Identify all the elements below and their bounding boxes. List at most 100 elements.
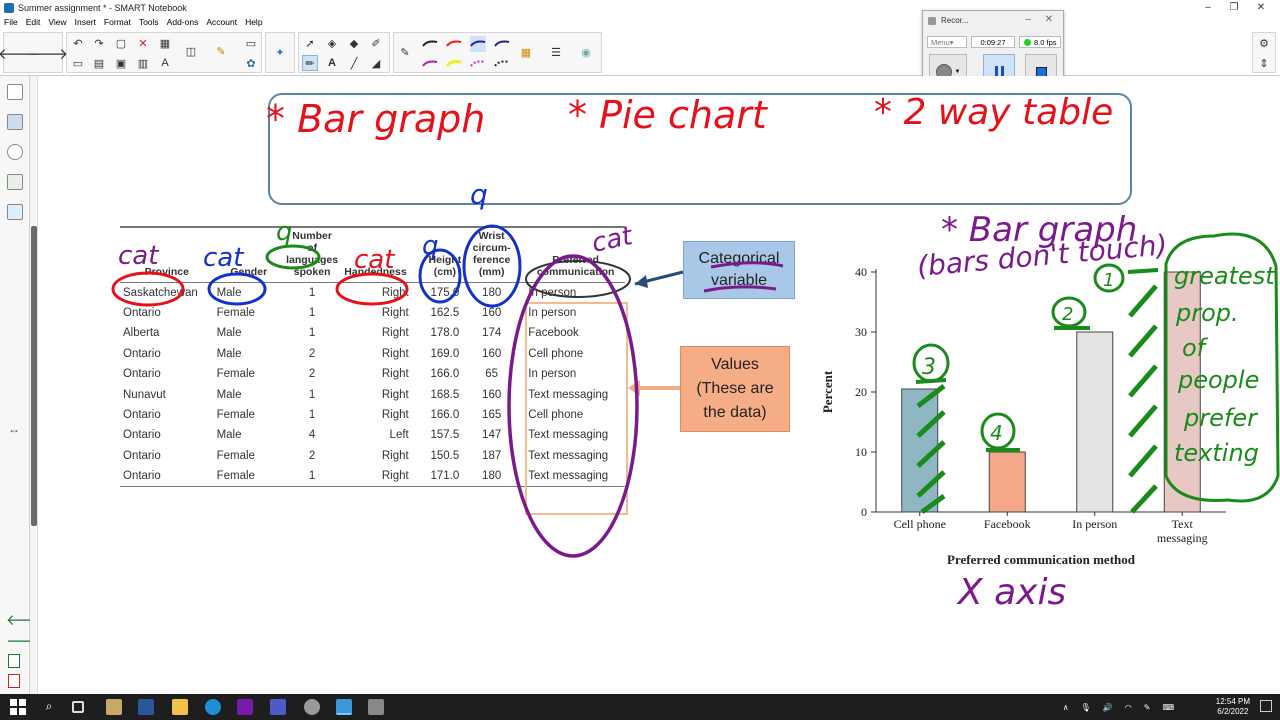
gallery-tab-icon[interactable] <box>7 114 23 130</box>
properties-tab-icon[interactable] <box>7 174 23 190</box>
pen-style-black-dashed[interactable] <box>494 56 510 72</box>
screen-shade-icon[interactable]: A <box>157 55 173 71</box>
smart-notebook-taskbar-icon[interactable] <box>336 699 352 715</box>
onenote-icon[interactable] <box>237 699 253 715</box>
file-explorer-icon[interactable] <box>172 699 188 715</box>
pen-style-purple[interactable] <box>422 56 438 72</box>
open-file-icon[interactable]: ▤ <box>91 55 107 71</box>
table-icon[interactable]: ▦ <box>157 35 173 51</box>
settings-group: ⚙ ⇕ <box>1252 32 1276 73</box>
eraser-icon[interactable]: ◢ <box>368 55 384 71</box>
recorder-minimize-icon[interactable]: – <box>1025 14 1031 25</box>
volume-icon[interactable]: 🔊 <box>1103 703 1113 712</box>
line-tool-icon[interactable]: ╱ <box>346 55 362 71</box>
menu-account[interactable]: Account <box>202 15 241 29</box>
next-page-icon[interactable]: 🡒 <box>28 45 68 63</box>
chevron-up-icon[interactable]: ∧ <box>1063 703 1069 712</box>
pen-icon[interactable]: ✎ <box>397 44 413 60</box>
document-camera-icon[interactable]: ◫ <box>183 43 199 59</box>
menu-file[interactable]: File <box>0 15 22 29</box>
pen-tool-icon[interactable]: ✏ <box>302 55 318 71</box>
recorder-menu-dropdown[interactable]: Menu▾ <box>927 36 967 48</box>
delete-page-icon[interactable] <box>8 674 20 688</box>
header-province: Province <box>144 266 189 278</box>
cell-languages: 2 <box>308 368 316 381</box>
fill-effects-icon[interactable]: ◉ <box>578 44 594 60</box>
toolbar-position-icon[interactable]: ⇕ <box>1256 55 1272 71</box>
menu-view[interactable]: View <box>44 15 70 29</box>
start-button-icon[interactable] <box>10 699 26 715</box>
menu-tools[interactable]: Tools <box>135 15 163 29</box>
pen-style-magenta-dashed[interactable] <box>470 56 486 72</box>
sidebar-scrollbar-thumb[interactable] <box>31 226 37 526</box>
gear-icon[interactable]: ⚙ <box>1256 35 1272 51</box>
sidebar-scrollbar[interactable] <box>30 76 38 694</box>
redo-icon[interactable]: ↷ <box>91 35 107 51</box>
pen-style-red[interactable] <box>446 36 462 52</box>
shapes-icon[interactable]: ◈ <box>324 35 340 51</box>
wifi-icon[interactable]: ◠ <box>1125 703 1132 712</box>
pen-style-black[interactable] <box>422 36 438 52</box>
menu-format[interactable]: Format <box>100 15 135 29</box>
cell-gender: Male <box>216 429 242 442</box>
cell-wrist: 180 <box>482 469 502 482</box>
attachments-tab-icon[interactable] <box>7 144 23 160</box>
teams-icon[interactable] <box>270 699 286 715</box>
delete-icon[interactable]: ✕ <box>135 35 151 51</box>
page-sorter-icon[interactable] <box>7 84 23 100</box>
fill-icon[interactable]: ◆ <box>346 35 362 51</box>
previous-page-icon[interactable]: 🡐 <box>0 45 38 63</box>
windows-taskbar: ⌕ ∧ 🎙 🔊 ◠ ✎ ⌨ 12:54 PM 6/2/2022 <box>0 694 1280 720</box>
activity-builder-icon[interactable]: ✿ <box>243 55 259 71</box>
new-page-icon[interactable]: ▭ <box>70 55 86 71</box>
save-icon[interactable]: ▣ <box>113 55 129 71</box>
add-ons-tab-icon[interactable] <box>7 204 23 220</box>
edge-icon[interactable] <box>205 699 221 715</box>
categorical-line1: Categorical <box>698 250 780 267</box>
microphone-icon[interactable]: 🎙 <box>1081 703 1091 712</box>
line-style-icon[interactable]: ☰ <box>548 44 564 60</box>
language-icon[interactable]: ⌨ <box>1162 703 1174 712</box>
text-tool-icon[interactable]: A <box>324 55 340 71</box>
cell-handedness: Left <box>389 429 409 442</box>
task-view-icon[interactable] <box>72 701 84 713</box>
pen-style-dark-blue[interactable] <box>494 36 510 52</box>
response-icon[interactable]: ▭ <box>243 35 259 51</box>
bar-chart: 0 10 20 30 40 Cell phone Facebook In person Text… <box>820 265 1226 567</box>
pen-tray-icon[interactable]: ✎ <box>1144 703 1151 712</box>
pen-style-blue-selected[interactable] <box>470 36 486 52</box>
notifications-icon[interactable] <box>1260 700 1272 712</box>
bar-cell-phone <box>901 388 939 513</box>
header-wrist: Wrist circum-ference (mm) <box>472 230 511 278</box>
maximize-button[interactable]: ❐ <box>1221 0 1247 15</box>
clear-page-icon[interactable]: ▢ <box>113 35 129 51</box>
color-palette-icon[interactable]: ▦ <box>518 44 534 60</box>
undo-icon[interactable]: ↶ <box>70 35 86 51</box>
recorder-close-icon[interactable]: ✕ <box>1045 14 1053 25</box>
menu-help[interactable]: Help <box>241 15 266 29</box>
gallery-group: ✦ <box>265 32 295 73</box>
search-icon[interactable]: ⌕ <box>41 699 57 715</box>
minimize-button[interactable]: – <box>1195 0 1221 15</box>
recorder-taskbar-icon[interactable] <box>368 699 384 715</box>
select-icon[interactable]: ➚ <box>302 35 318 51</box>
menu-add-ons[interactable]: Add-ons <box>163 15 203 29</box>
pen-style-yellow[interactable] <box>446 56 462 72</box>
app-icon-gray[interactable] <box>304 699 320 715</box>
close-button[interactable]: ✕ <box>1248 0 1274 15</box>
header-languages: Number of languages spoken <box>286 230 339 278</box>
magic-pen-icon[interactable]: ✐ <box>368 35 384 51</box>
store-icon[interactable] <box>106 699 122 715</box>
taskbar-clock[interactable]: 12:54 PM 6/2/2022 <box>1216 697 1250 717</box>
cell-wrist: 160 <box>482 347 502 360</box>
notebook-page-canvas[interactable]: Province Gender Number of languages spok… <box>38 76 1280 694</box>
paste-icon[interactable]: ▥ <box>135 55 151 71</box>
menu-insert[interactable]: Insert <box>71 15 100 29</box>
gallery-icon[interactable]: ✦ <box>272 44 288 60</box>
pen-styles-group: ✎ ▦ ☰ ◉ <box>393 32 602 73</box>
word-icon[interactable] <box>138 699 154 715</box>
add-ons-icon[interactable]: ✎ <box>213 43 229 59</box>
resize-handle-icon[interactable]: ↔ <box>8 422 20 436</box>
add-page-icon[interactable] <box>8 654 20 668</box>
menu-edit[interactable]: Edit <box>22 15 45 29</box>
